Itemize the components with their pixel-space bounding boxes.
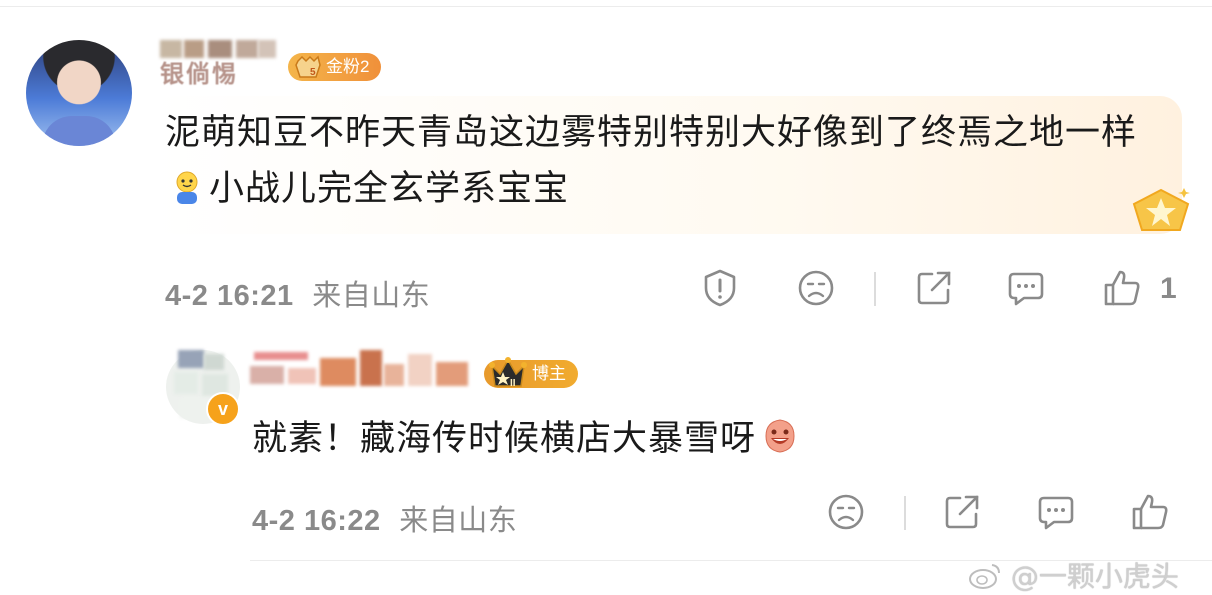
like-icon[interactable] [1130,492,1170,532]
mosaic-tile [408,354,432,386]
crown-icon: II [489,357,527,389]
share-icon[interactable] [942,492,982,532]
dislike-face-icon[interactable] [796,268,836,308]
mosaic-tile [320,358,356,386]
mosaic-tile [258,40,276,58]
reply-meta: 4-2 16:22 来自山东 [252,497,517,539]
mosaic-tile [254,352,308,360]
fan-heart-icon: 5 [295,55,321,78]
comment-time: 4-2 16:21 [165,280,294,312]
reply-location: 来自山东 [399,505,518,537]
fan-badge-label: 金粉2 [326,57,370,76]
comment-text[interactable]: 泥萌知豆不昨天青岛这边雾特别特别大好像到了终焉之地一样小战儿完全玄学系宝宝 [165,105,1165,217]
mosaic-tile [436,362,468,386]
verified-badge-icon: v [206,392,240,426]
weibo-logo-icon [969,564,1000,589]
watermark-text: @一颗小虎头 [1010,560,1179,593]
mosaic-tile [204,354,224,370]
comment-text-part2: 小战儿完全玄学系宝宝 [209,169,570,209]
mosaic-tile [236,40,258,58]
comment-icon[interactable] [1006,268,1046,308]
laughing-emoji-icon [760,416,800,456]
like-count: 1 [1160,272,1177,305]
mosaic-tile [288,368,316,384]
top-divider [0,6,1212,7]
commenter-username[interactable]: 银倘惕 [160,40,278,88]
mosaic-tile [178,350,204,368]
gold-star-medal-icon [1132,188,1190,231]
svg-text:II: II [510,378,516,389]
host-badge[interactable]: II 博主 [484,357,578,389]
svg-text:5: 5 [310,67,316,78]
reply-username[interactable] [250,350,472,390]
comment-location: 来自山东 [312,280,431,312]
fan-level-badge[interactable]: 5 金粉2 [288,53,382,81]
host-badge-label: 博主 [532,364,566,383]
reply-text-content: 就素！藏海传时候横店大暴雪呀 [252,419,757,459]
commenter-avatar[interactable] [26,40,132,146]
avatar-shirt [42,116,116,146]
meta-divider [904,496,906,530]
doge-figure-emoji-icon [169,167,205,204]
comment-text-part1: 泥萌知豆不昨天青岛这边雾特别特别大好像到了终焉之地一样 [165,113,1138,153]
comment-icon[interactable] [1036,492,1076,532]
like-icon[interactable] [1102,268,1142,308]
meta-divider [874,272,876,306]
reply-text[interactable]: 就素！藏海传时候横店大暴雪呀 [252,414,804,464]
commenter-username-text: 银倘惕 [160,60,238,88]
mosaic-tile [360,350,382,386]
report-icon[interactable] [700,268,740,308]
reply-time: 4-2 16:22 [252,505,381,537]
dislike-face-icon[interactable] [826,492,866,532]
mosaic-tile [174,372,198,394]
mosaic-tile [250,366,284,384]
comment-meta: 4-2 16:21 来自山东 [165,272,430,314]
watermark: @一颗小虎头 [968,555,1179,595]
mosaic-tile [384,364,404,386]
share-icon[interactable] [914,268,954,308]
